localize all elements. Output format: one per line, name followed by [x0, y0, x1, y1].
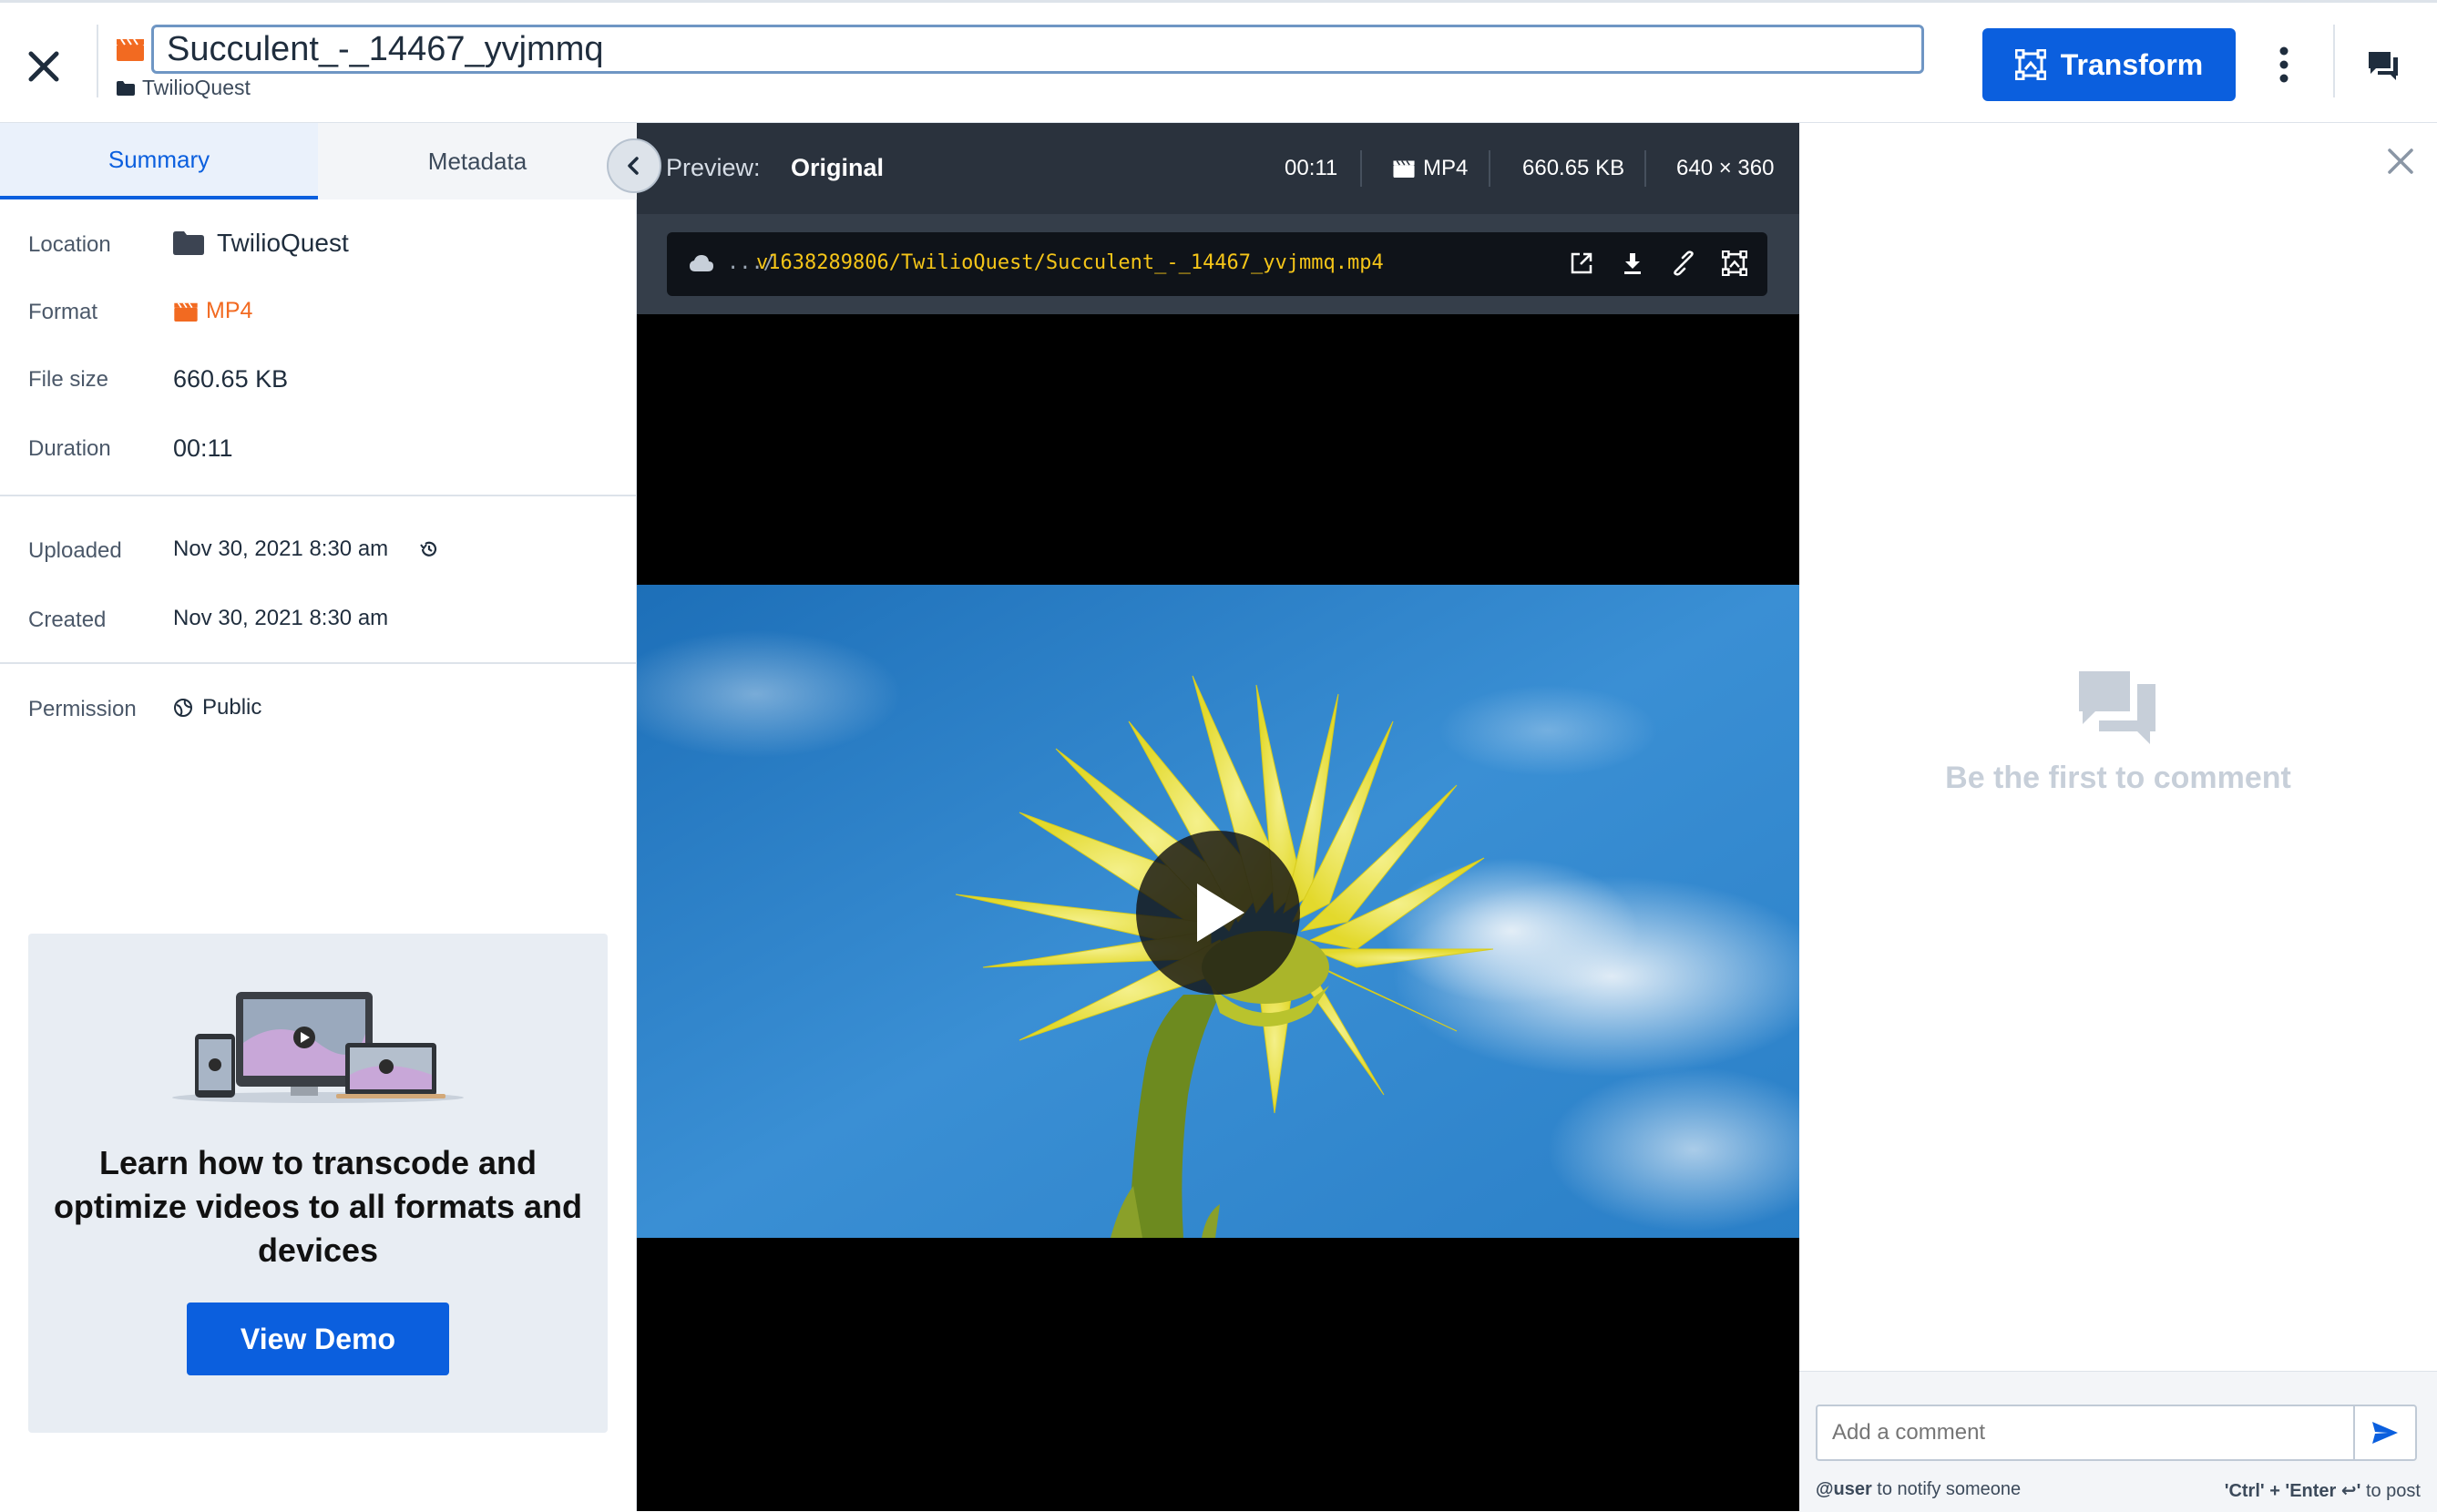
chevron-left-icon [624, 156, 644, 176]
url-strip: .../ v1638289806/TwilioQuest/Succulent_-… [637, 214, 1799, 314]
uploaded-date: Nov 30, 2021 8:30 am [173, 536, 389, 561]
divider [1644, 150, 1646, 187]
globe-icon [173, 698, 193, 718]
duration-value: 00:11 [173, 434, 233, 462]
send-button[interactable] [2353, 1405, 2417, 1461]
post-hint-text: to post [2360, 1481, 2421, 1501]
preview-format: MP4 [1392, 156, 1468, 181]
permission-label: Permission [28, 697, 137, 721]
format-label: Format [28, 300, 98, 324]
filesize-value: 660.65 KB [173, 365, 289, 393]
format-value: MP4 [173, 298, 252, 324]
uploaded-value: Nov 30, 2021 8:30 am [173, 536, 439, 562]
transform-icon[interactable] [1722, 250, 1747, 276]
tab-summary[interactable]: Summary [0, 123, 318, 199]
transform-icon [2014, 49, 2046, 80]
comments-panel: Be the first to comment @user to notify … [1799, 123, 2437, 1512]
permission-text: Public [202, 695, 262, 720]
view-demo-button[interactable]: View Demo [187, 1303, 449, 1375]
preview-label: Preview: [666, 154, 761, 181]
divider [1360, 150, 1362, 187]
url-bar: .../ v1638289806/TwilioQuest/Succulent_-… [667, 232, 1767, 296]
uploaded-label: Uploaded [28, 538, 122, 563]
collapse-panel-button[interactable] [607, 138, 661, 193]
format-text: MP4 [206, 298, 253, 323]
empty-comments-text: Be the first to comment [1945, 761, 2291, 795]
more-options-icon[interactable] [2268, 43, 2299, 87]
details-panel: Summary Metadata Location TwilioQuest Fo… [0, 123, 637, 1511]
folder-icon [117, 80, 135, 96]
tab-bar: Summary Metadata [0, 123, 637, 199]
divider [97, 25, 98, 97]
close-icon[interactable] [18, 41, 69, 92]
location-label: Location [28, 232, 111, 257]
preview-mode[interactable]: Original [791, 154, 884, 182]
video-player[interactable] [637, 585, 1799, 1238]
divider [0, 495, 637, 496]
location-value[interactable]: TwilioQuest [173, 229, 349, 258]
filesize-label: File size [28, 367, 109, 392]
play-button[interactable] [1136, 831, 1300, 995]
mention-hint: @user to notify someone [1816, 1479, 2021, 1500]
post-hint-key: 'Ctrl' + 'Enter ↩' [2224, 1481, 2361, 1501]
close-comments-icon[interactable] [2382, 143, 2419, 179]
mention-hint-text: to notify someone [1871, 1479, 2022, 1499]
promo-text: Learn how to transcode and optimize vide… [53, 1144, 583, 1269]
video-file-icon [117, 37, 144, 61]
created-label: Created [28, 608, 107, 632]
comment-input[interactable] [1816, 1405, 2353, 1461]
preview-header: Preview: Original 00:11 MP4 660.65 KB 64… [637, 123, 1799, 214]
transform-button[interactable]: Transform [1982, 28, 2236, 101]
created-value: Nov 30, 2021 8:30 am [173, 606, 389, 630]
tab-metadata[interactable]: Metadata [318, 123, 637, 199]
preview-duration: 00:11 [1285, 156, 1338, 180]
breadcrumb-folder[interactable]: TwilioQuest [142, 76, 251, 100]
preview-dimensions: 640 × 360 [1676, 156, 1775, 180]
link-icon[interactable] [1671, 250, 1696, 276]
play-icon [1186, 876, 1250, 949]
duration-label: Duration [28, 436, 111, 461]
top-bar: TwilioQuest Transform [0, 0, 2437, 123]
divider [2333, 25, 2335, 97]
divider [0, 662, 637, 664]
preview-size: 660.65 KB [1522, 156, 1625, 180]
asset-name-input[interactable] [151, 25, 1924, 74]
preview-format-text: MP4 [1423, 156, 1469, 180]
video-file-icon [1392, 159, 1416, 178]
promo-card: Learn how to transcode and optimize vide… [28, 934, 608, 1433]
comments-empty-icon [2077, 669, 2157, 746]
preview-pane: Preview: Original 00:11 MP4 660.65 KB 64… [637, 123, 1799, 1511]
post-hint: 'Ctrl' + 'Enter ↩' to post [2225, 1479, 2421, 1502]
send-icon [2371, 1421, 2399, 1445]
download-icon[interactable] [1620, 250, 1645, 276]
comment-composer: @user to notify someone 'Ctrl' + 'Enter … [1799, 1371, 2437, 1512]
location-name[interactable]: TwilioQuest [217, 229, 349, 258]
breadcrumb[interactable]: TwilioQuest [117, 76, 251, 100]
open-external-icon[interactable] [1569, 250, 1594, 276]
history-icon[interactable] [419, 539, 439, 559]
url-path[interactable]: v1638289806/TwilioQuest/Succulent_-_1446… [756, 251, 1384, 274]
devices-illustration [163, 988, 473, 1107]
video-file-icon [173, 301, 199, 322]
transform-label: Transform [2060, 47, 2204, 81]
mention-hint-key: @user [1816, 1479, 1872, 1499]
cloud-icon [689, 254, 714, 272]
divider [1489, 150, 1490, 187]
comments-icon[interactable] [2365, 46, 2401, 83]
permission-value: Public [173, 695, 261, 720]
folder-icon [173, 231, 204, 255]
